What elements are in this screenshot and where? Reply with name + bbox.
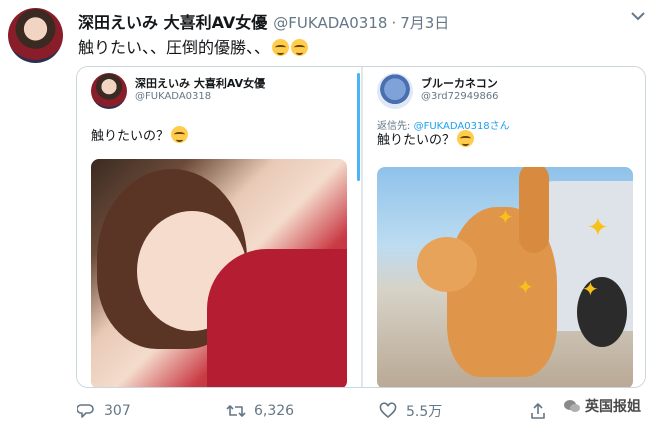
relieved-face-icon: [291, 39, 309, 56]
share-icon: [528, 401, 548, 421]
quoted-avatar[interactable]: [91, 73, 127, 109]
reply-count: 307: [104, 403, 131, 419]
sparkle-icon: ✦: [517, 275, 534, 299]
quoted-avatar[interactable]: [377, 73, 413, 109]
post-date[interactable]: 7月3日: [400, 12, 449, 33]
cat-photo[interactable]: ✦ ✦ ✦ ✦: [377, 167, 633, 387]
date-separator: ·: [391, 14, 397, 32]
media-card[interactable]: 深田えいみ 大喜利AV女優 @FUKADA0318 触りたいの？ ブルーカネコン…: [76, 66, 646, 388]
tweet-body: 触りたい、、圧倒的優勝、、: [78, 38, 271, 57]
quoted-text: 触りたいの？: [377, 129, 475, 148]
author-handle[interactable]: @FUKADA0318: [273, 14, 387, 32]
like-count: 5.5万: [406, 404, 443, 420]
photo-cat-tail: [519, 167, 549, 253]
author-name[interactable]: 深田えいみ 大喜利AV女優: [78, 9, 267, 33]
tweet-text: 触りたい、、圧倒的優勝、、: [78, 34, 309, 58]
reply-button[interactable]: 307: [76, 398, 131, 424]
reply-icon: [76, 401, 96, 421]
sparkle-icon: ✦: [587, 213, 609, 243]
sparkle-icon: ✦: [582, 277, 599, 301]
wechat-icon: [564, 400, 580, 412]
scrollbar[interactable]: [357, 73, 360, 181]
quoted-author-name: 深田えいみ 大喜利AV女優: [135, 77, 266, 90]
tweet-header: 深田えいみ 大喜利AV女優 @FUKADA0318 · 7月3日: [78, 9, 645, 33]
retweet-button[interactable]: 6,326: [226, 398, 294, 424]
quoted-tweet-right[interactable]: ブルーカネコン @3rd72949866 返信先: @FUKADA0318さん …: [363, 67, 645, 387]
like-button[interactable]: 5.5万: [378, 398, 442, 424]
quoted-text-body: 触りたいの？: [377, 133, 456, 148]
quoted-text: 触りたいの？: [91, 125, 189, 144]
retweet-icon: [226, 401, 246, 421]
sparkle-icon: ✦: [497, 205, 514, 229]
watermark: 英国报姐: [563, 396, 641, 416]
author-avatar[interactable]: [8, 8, 63, 63]
smiling-face-icon: [171, 126, 189, 143]
photo-cat-head: [417, 237, 477, 292]
quoted-author-handle: @3rd72949866: [421, 91, 499, 102]
photo-red-top: [207, 249, 347, 387]
watermark-label: 英国报姐: [585, 399, 641, 415]
quoted-author-name: ブルーカネコン: [421, 77, 498, 90]
share-button[interactable]: [528, 398, 556, 424]
retweet-count: 6,326: [254, 403, 295, 419]
smiling-face-icon: [457, 130, 475, 147]
tweet-actions: 307 6,326 5.5万: [76, 398, 645, 424]
portrait-photo[interactable]: [91, 159, 347, 387]
chevron-down-icon[interactable]: [631, 9, 645, 25]
quoted-tweet-left[interactable]: 深田えいみ 大喜利AV女優 @FUKADA0318 触りたいの？: [77, 67, 361, 387]
relieved-face-icon: [272, 39, 290, 56]
quoted-text-body: 触りたいの？: [91, 129, 170, 144]
quoted-author-handle: @FUKADA0318: [135, 91, 212, 102]
heart-icon: [378, 401, 398, 421]
